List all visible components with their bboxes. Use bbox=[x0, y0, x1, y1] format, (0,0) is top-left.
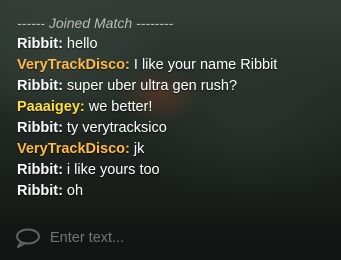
message-sender: VeryTrackDisco: bbox=[17, 141, 130, 157]
chat-log: ------ Joined Match -------- Ribbit: hel… bbox=[17, 14, 337, 203]
message-sender: Ribbit: bbox=[17, 162, 63, 178]
message-sender: VeryTrackDisco: bbox=[17, 57, 130, 73]
chat-message: Paaaigey: we better! bbox=[17, 98, 337, 119]
message-text: jk bbox=[129, 141, 145, 157]
chat-window: ------ Joined Match -------- Ribbit: hel… bbox=[0, 0, 341, 260]
message-sender: Ribbit: bbox=[17, 120, 63, 136]
chat-message: Ribbit: super uber ultra gen rush? bbox=[17, 77, 337, 98]
message-text: we better! bbox=[84, 99, 153, 115]
message-sender: Ribbit: bbox=[17, 78, 63, 94]
message-sender: Paaaigey: bbox=[17, 99, 85, 115]
chat-text-input[interactable] bbox=[50, 227, 330, 249]
message-text: hello bbox=[62, 36, 98, 52]
chat-input-bar bbox=[0, 217, 341, 260]
chat-message: Ribbit: ty verytracksico bbox=[17, 119, 337, 140]
chat-message: Ribbit: hello bbox=[17, 35, 337, 56]
message-sender: Ribbit: bbox=[17, 36, 63, 52]
chat-message: Ribbit: oh bbox=[17, 182, 337, 203]
message-text: i like yours too bbox=[62, 162, 160, 178]
chat-bubble-icon bbox=[15, 228, 41, 248]
message-text: I like your name Ribbit bbox=[129, 57, 278, 73]
chat-message: VeryTrackDisco: jk bbox=[17, 140, 337, 161]
chat-message: VeryTrackDisco: I like your name Ribbit bbox=[17, 56, 337, 77]
message-text: ty verytracksico bbox=[62, 120, 167, 136]
message-sender: Ribbit: bbox=[17, 183, 63, 199]
chat-message: Ribbit: i like yours too bbox=[17, 161, 337, 182]
message-text: super uber ultra gen rush? bbox=[62, 78, 238, 94]
message-text: oh bbox=[62, 183, 84, 199]
system-message: ------ Joined Match -------- bbox=[17, 15, 174, 31]
